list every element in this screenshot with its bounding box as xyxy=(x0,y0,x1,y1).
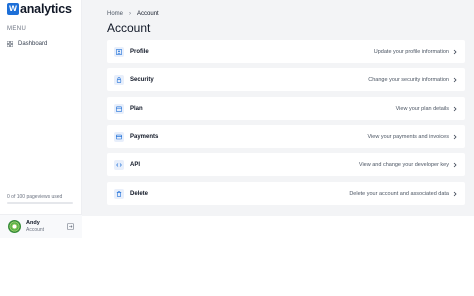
chevron-right-icon xyxy=(453,134,457,139)
page-title: Account xyxy=(107,21,151,35)
logo-text: analytics xyxy=(20,2,72,16)
card-title: Profile xyxy=(130,48,149,55)
card-description: View your plan details xyxy=(395,105,449,112)
card-profile[interactable]: Profile Update your profile information xyxy=(107,40,465,63)
logo-mark: w xyxy=(7,3,19,15)
menu-heading: MENU xyxy=(7,26,27,32)
avatar xyxy=(8,220,21,233)
brand-logo[interactable]: w analytics xyxy=(7,2,72,16)
card-plan[interactable]: Plan View your plan details xyxy=(107,97,465,120)
card-delete[interactable]: Delete Delete your account and associate… xyxy=(107,182,465,205)
logout-icon[interactable] xyxy=(67,223,74,230)
card-title: API xyxy=(130,161,141,168)
card-title: Plan xyxy=(130,105,143,112)
card-title: Security xyxy=(130,76,154,83)
card-title: Delete xyxy=(130,190,149,197)
code-icon xyxy=(114,159,124,170)
chevron-right-icon xyxy=(453,49,457,54)
breadcrumb: Home › Account xyxy=(107,11,159,17)
sidebar-item-dashboard[interactable]: Dashboard xyxy=(7,41,47,47)
card-description: View and change your developer key xyxy=(358,161,449,168)
user-role: Account xyxy=(26,227,45,233)
chevron-right-icon: › xyxy=(129,11,132,17)
main-content: Home › Account Account Profile Update yo… xyxy=(82,0,474,216)
calendar-icon xyxy=(114,103,124,114)
breadcrumb-home[interactable]: Home xyxy=(107,11,123,17)
user-name: Andy xyxy=(26,220,40,226)
usage-progress-bar xyxy=(7,202,73,204)
user-icon xyxy=(114,46,124,57)
card-description: View your payments and invoices xyxy=(367,133,449,140)
user-profile-box[interactable]: Andy Account xyxy=(0,214,82,238)
chevron-right-icon xyxy=(453,106,457,111)
credit-card-icon xyxy=(114,131,124,142)
lock-icon xyxy=(114,74,124,85)
usage-text: 0 of 100 pageviews used xyxy=(7,194,63,200)
card-api[interactable]: API View and change your developer key xyxy=(107,153,465,176)
sidebar: w analytics MENU Dashboard 0 of 100 page… xyxy=(0,0,82,238)
chevron-right-icon xyxy=(453,162,457,167)
grid-icon xyxy=(7,41,13,47)
breadcrumb-current: Account xyxy=(137,11,159,17)
card-description: Change your security information xyxy=(368,76,449,83)
card-payments[interactable]: Payments View your payments and invoices xyxy=(107,125,465,148)
sidebar-item-label: Dashboard xyxy=(18,41,48,47)
card-description: Update your profile information xyxy=(373,48,449,55)
chevron-right-icon xyxy=(453,191,457,196)
card-security[interactable]: Security Change your security informatio… xyxy=(107,68,465,91)
trash-icon xyxy=(114,188,124,199)
card-title: Payments xyxy=(130,133,159,140)
card-description: Delete your account and associated data xyxy=(349,190,449,197)
chevron-right-icon xyxy=(453,77,457,82)
